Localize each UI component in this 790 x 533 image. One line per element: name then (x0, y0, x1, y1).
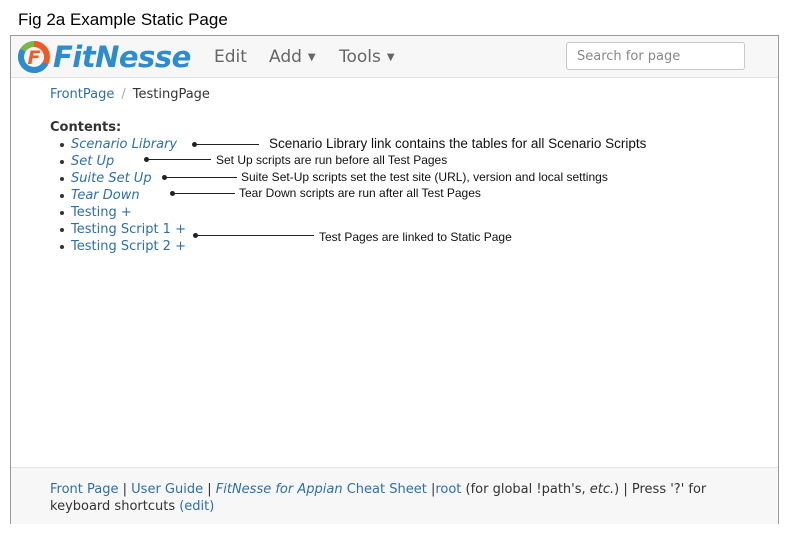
breadcrumb-separator: / (121, 87, 126, 102)
footer-cheat-sheet-label: Cheat Sheet (342, 482, 427, 497)
link-testing[interactable]: Testing (71, 205, 117, 220)
footer-root-note: (for global !path's, (461, 482, 590, 497)
link-tear-down[interactable]: Tear Down (71, 188, 140, 203)
contents-list: Scenario Library Set Up Suite Set Up Tea… (60, 136, 186, 255)
link-scenario-library[interactable]: Scenario Library (71, 137, 177, 152)
link-testing-script-2[interactable]: Testing Script 2 (71, 239, 171, 254)
nav-add-menu[interactable]: Add ▼ (269, 47, 316, 67)
link-suite-set-up[interactable]: Suite Set Up (71, 171, 152, 186)
list-item: Set Up (60, 153, 186, 170)
fitnesse-logo[interactable]: F FitNesse (17, 38, 191, 76)
logo-text: FitNesse (53, 40, 191, 74)
annotation-set-up: Set Up scripts are run before all Test P… (216, 153, 448, 167)
annotation-line (173, 193, 235, 194)
annotation-scenario-library: Scenario Library link contains the table… (269, 136, 647, 151)
contents-title: Contents: (50, 120, 122, 135)
footer-link-user-guide[interactable]: User Guide (131, 482, 203, 497)
breadcrumb-frontpage[interactable]: FrontPage (50, 87, 114, 102)
footer-etc: etc. (589, 482, 615, 497)
annotation-line (165, 177, 237, 178)
caret-down-icon: ▼ (307, 52, 316, 63)
footer-link-front-page[interactable]: Front Page (50, 482, 119, 497)
top-navbar: F FitNesse Edit Add ▼ Tools ▼ (11, 36, 778, 78)
list-item: Testing Script 2 + (60, 238, 186, 255)
footer-edit-link[interactable]: (edit) (179, 499, 214, 514)
breadcrumb: FrontPage / TestingPage (50, 87, 210, 102)
link-set-up[interactable]: Set Up (71, 154, 114, 169)
nav-tools-label: Tools (339, 47, 381, 67)
search-input[interactable] (566, 42, 745, 70)
nav-add-label: Add (269, 47, 302, 67)
suite-plus-marker: + (175, 239, 186, 254)
annotation-line (147, 159, 211, 160)
footer-text: Front Page | User Guide | FitNesse for A… (50, 481, 750, 515)
suite-plus-marker: + (120, 205, 132, 220)
annotation-line (196, 235, 314, 236)
footer-link-cheat-sheet[interactable]: FitNesse for Appian Cheat Sheet (216, 482, 427, 497)
svg-text:F: F (28, 47, 41, 69)
annotation-test-pages: Test Pages are linked to Static Page (319, 230, 512, 244)
footer-sep: | (203, 482, 216, 497)
figure-caption: Fig 2a Example Static Page (18, 10, 228, 29)
list-item: Scenario Library (60, 136, 186, 153)
browser-page: F FitNesse Edit Add ▼ Tools ▼ FrontPage / Te… (10, 35, 779, 524)
breadcrumb-current: TestingPage (132, 87, 210, 102)
list-item: Testing + (60, 204, 186, 221)
footer: Front Page | User Guide | FitNesse for A… (11, 467, 778, 524)
footer-fitnesse-for-appian: FitNesse for Appian (215, 482, 343, 497)
fitnesse-logo-icon: F (18, 41, 50, 73)
list-item: Suite Set Up (60, 170, 186, 187)
annotation-line (195, 144, 259, 145)
nav-edit[interactable]: Edit (214, 47, 247, 67)
suite-plus-marker: + (175, 222, 186, 237)
footer-sep: | (118, 482, 132, 497)
list-item: Testing Script 1 + (60, 221, 186, 238)
link-testing-script-1[interactable]: Testing Script 1 (71, 222, 171, 237)
caret-down-icon: ▼ (386, 52, 395, 63)
annotation-suite-set-up: Suite Set-Up scripts set the test site (… (241, 170, 608, 184)
list-item: Tear Down (60, 187, 186, 204)
annotation-tear-down: Tear Down scripts are run after all Test… (239, 186, 481, 200)
footer-link-root[interactable]: root (435, 482, 461, 497)
nav-tools-menu[interactable]: Tools ▼ (339, 47, 395, 67)
